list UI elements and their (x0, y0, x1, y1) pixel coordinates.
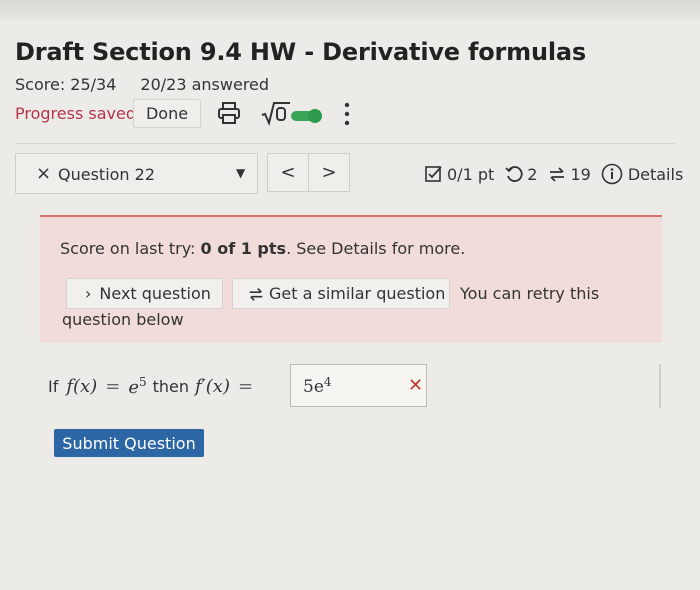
similar-question-button[interactable]: Get a similar question (232, 278, 450, 309)
similar-questions-icon (550, 167, 565, 182)
page-title: Draft Section 9.4 HW - Derivative formul… (15, 38, 586, 66)
question-prompt: If f(x) = e5 then f′(x) = (48, 374, 254, 398)
points-text: 0/1 pt (447, 164, 495, 184)
scroll-edge (659, 364, 661, 408)
chevron-right-icon: › (85, 284, 92, 303)
retry-text: You can retry this (460, 284, 600, 303)
incorrect-x-icon: ✕ (408, 375, 424, 396)
score-text: Score: 25/34 (15, 75, 117, 94)
retries-count: 2 (527, 164, 538, 184)
function-rhs: e5 (128, 374, 147, 398)
next-question-button[interactable]: › Next question (66, 278, 223, 309)
last-try-alert: Score on last try: 0 of 1 pts. See Detai… (40, 215, 662, 343)
answer-input[interactable]: 5e4 ✕ (290, 364, 427, 407)
printer-icon[interactable] (217, 101, 241, 125)
question-select[interactable]: × Question 22 ▼ (15, 153, 258, 194)
points-check-icon (425, 166, 442, 182)
answer-value: 5e4 (303, 375, 332, 397)
submit-question-button[interactable]: Submit Question (54, 429, 204, 457)
next-question-nav-button[interactable]: > (308, 153, 350, 192)
header-divider (15, 143, 675, 144)
caret-down-icon: ▼ (236, 166, 246, 180)
top-band (0, 0, 700, 22)
last-try-message: Score on last try: 0 of 1 pts. See Detai… (60, 239, 466, 258)
done-button[interactable]: Done (133, 99, 201, 128)
incorrect-mark: × (36, 163, 52, 184)
last-try-score: 0 of 1 pts (200, 239, 287, 258)
details-link[interactable]: Details (628, 165, 683, 184)
question-status: 0/1 pt 2 19 Details (424, 163, 683, 185)
function-expression: f(x) (66, 375, 98, 397)
similar-count: 19 (570, 164, 591, 184)
sqrt-icon[interactable] (261, 100, 291, 127)
answered-text: 20/23 answered (140, 75, 270, 94)
score-summary: Score: 25/34 20/23 answered (15, 75, 269, 94)
kebab-menu-icon[interactable] (340, 101, 354, 127)
progress-saved-status: Progress saved (15, 104, 136, 123)
info-icon[interactable] (601, 163, 623, 185)
retry-icon (505, 166, 523, 182)
derivative-expression: f′(x) (195, 375, 230, 397)
question-select-label: Question 22 (58, 165, 156, 184)
previous-question-button[interactable]: < (267, 153, 309, 192)
math-entry-toggle[interactable] (291, 108, 323, 123)
similar-question-icon (249, 287, 263, 301)
retry-text-continued: question below (62, 310, 184, 329)
